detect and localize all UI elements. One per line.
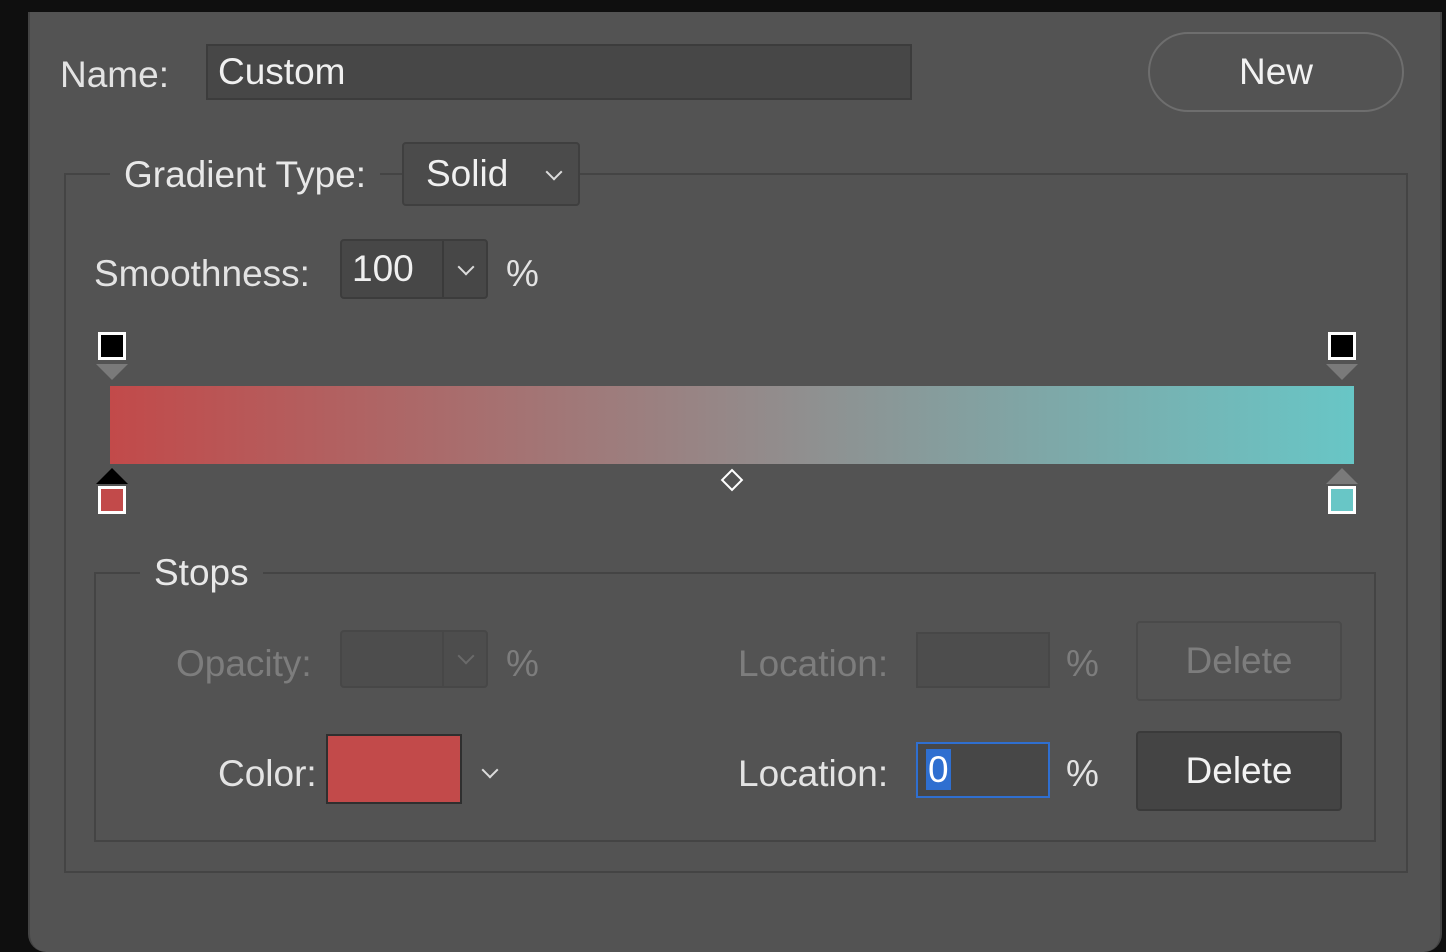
opacity-location-unit: %	[1066, 643, 1099, 684]
smoothness-input[interactable]: 100	[340, 239, 488, 299]
smoothness-unit: %	[506, 253, 539, 294]
smoothness-value: 100	[352, 248, 414, 289]
opacity-location-label: Location:	[738, 643, 889, 684]
chevron-down-icon	[545, 163, 563, 181]
opacity-unit: %	[506, 643, 539, 684]
chevron-down-icon[interactable]	[457, 258, 475, 276]
new-button[interactable]: New	[1148, 32, 1404, 112]
opacity-input	[340, 630, 488, 688]
color-stop-swatch	[98, 486, 126, 514]
opacity-delete-button: Delete	[1136, 621, 1342, 701]
name-input[interactable]: Custom	[206, 44, 912, 100]
color-stop-pointer	[1326, 468, 1358, 484]
gradient-type-label: Gradient Type:	[110, 154, 381, 196]
color-location-unit: %	[1066, 753, 1099, 794]
color-location-label: Location:	[738, 753, 889, 794]
smoothness-divider	[442, 241, 444, 297]
gradient-type-select[interactable]: Solid	[402, 142, 580, 206]
opacity-divider	[442, 632, 444, 686]
smoothness-label: Smoothness:	[94, 253, 310, 294]
stops-title: Stops	[140, 552, 263, 594]
color-location-value: 0	[926, 749, 951, 790]
opacity-location-input	[916, 632, 1050, 688]
color-delete-button[interactable]: Delete	[1136, 731, 1342, 811]
color-swatch-button[interactable]	[326, 734, 462, 804]
opacity-label: Opacity:	[176, 643, 312, 684]
chevron-down-icon	[457, 647, 475, 665]
opacity-stop-pointer	[96, 364, 128, 380]
gradient-editor-panel: Name: Custom New Gradient Type: Solid Sm…	[28, 12, 1442, 952]
name-label: Name:	[60, 54, 169, 95]
opacity-stop-pointer	[1326, 364, 1358, 380]
color-stop-pointer-selected	[96, 468, 128, 484]
opacity-stop-swatch	[1328, 332, 1356, 360]
color-label: Color:	[218, 753, 317, 794]
opacity-stop-swatch	[98, 332, 126, 360]
color-location-input[interactable]: 0	[916, 742, 1050, 798]
color-stop-swatch	[1328, 486, 1356, 514]
gradient-type-value: Solid	[426, 153, 509, 194]
gradient-preview-bar[interactable]	[110, 386, 1354, 464]
